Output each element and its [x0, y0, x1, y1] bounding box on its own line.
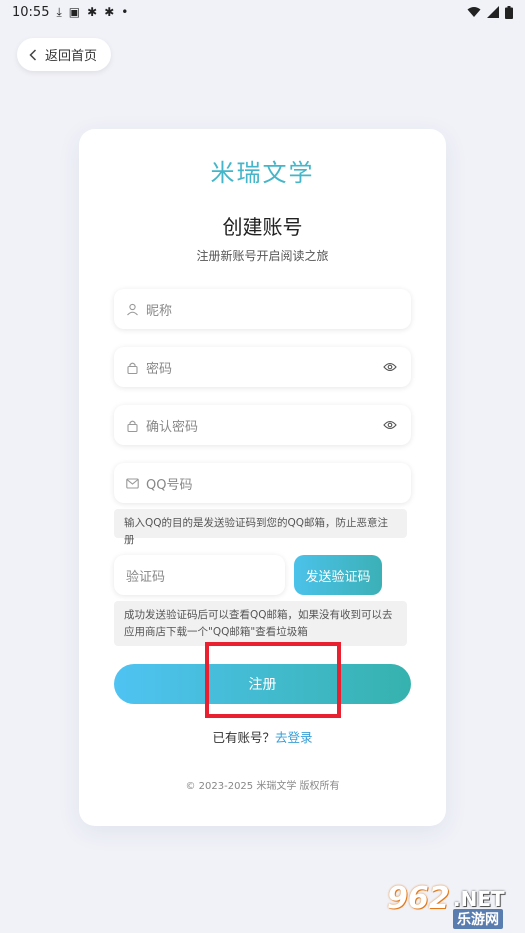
back-home-label: 返回首页 — [45, 49, 98, 64]
code-hint: 成功发送验证码后可以查看QQ邮箱，如果没有收到可以去应用商店下载一个"QQ邮箱"… — [114, 601, 407, 646]
status-right — [467, 5, 513, 19]
confirm-password-placeholder: 确认密码 — [146, 419, 199, 435]
go-login-link[interactable]: 去登录 — [275, 730, 313, 745]
bug-icon: ✱ — [87, 5, 98, 19]
qq-hint: 输入QQ的目的是发送验证码到您的QQ邮箱，防止恶意注册 — [114, 509, 407, 546]
password-placeholder: 密码 — [146, 361, 173, 377]
qq-number-placeholder: QQ号码 — [146, 477, 193, 493]
status-time: 10:55 — [12, 4, 50, 20]
eye-icon[interactable] — [383, 359, 399, 375]
page-subtitle: 注册新账号开启阅读之旅 — [196, 249, 329, 263]
download-icon: ⤓ — [56, 4, 62, 19]
back-home-button[interactable]: 返回首页 — [17, 38, 112, 71]
watermark-logo: 962 .NET 乐游网 — [383, 881, 517, 929]
nickname-placeholder: 昵称 — [146, 303, 173, 319]
signal-icon — [487, 6, 499, 18]
lock-icon — [126, 418, 140, 432]
verification-code-input[interactable]: 验证码 — [114, 555, 285, 595]
register-button[interactable]: 注册 — [114, 664, 411, 704]
dot-icon: • — [121, 5, 129, 19]
watermark-number: 962 — [387, 881, 450, 916]
watermark-chinese: 乐游网 — [453, 909, 503, 929]
qq-number-input[interactable]: QQ号码 — [114, 463, 411, 503]
status-bar: 10:55 ⤓ ▣ ✱ ✱ • — [0, 0, 525, 24]
register-card: 米瑞文学 创建账号 注册新账号开启阅读之旅 昵称 密码 确认密码 QQ号码 输入… — [79, 129, 446, 826]
eye-icon[interactable] — [383, 417, 399, 433]
login-prompt: 已有账号？去登录 — [79, 727, 446, 746]
copyright: © 2023-2025 米瑞文学 版权所有 — [185, 781, 340, 792]
send-code-button[interactable]: 发送验证码 — [294, 555, 382, 595]
verification-code-placeholder: 验证码 — [126, 569, 166, 585]
brand-logo-text: 米瑞文学 — [210, 159, 315, 187]
bug-icon: ✱ — [104, 5, 115, 19]
user-icon — [126, 302, 140, 316]
nickname-input[interactable]: 昵称 — [114, 289, 411, 329]
battery-icon — [505, 5, 513, 19]
chevron-left-icon — [29, 48, 37, 61]
page-title: 创建账号 — [222, 215, 303, 239]
login-prompt-text: 已有账号？ — [212, 730, 275, 745]
watermark-suffix: .NET — [453, 887, 505, 911]
status-left: 10:55 ⤓ ▣ ✱ ✱ • — [12, 5, 128, 20]
mail-icon — [126, 476, 140, 490]
confirm-password-input[interactable]: 确认密码 — [114, 405, 411, 445]
password-input[interactable]: 密码 — [114, 347, 411, 387]
wifi-icon — [467, 7, 481, 17]
image-icon: ▣ — [68, 5, 81, 19]
lock-icon — [126, 360, 140, 374]
